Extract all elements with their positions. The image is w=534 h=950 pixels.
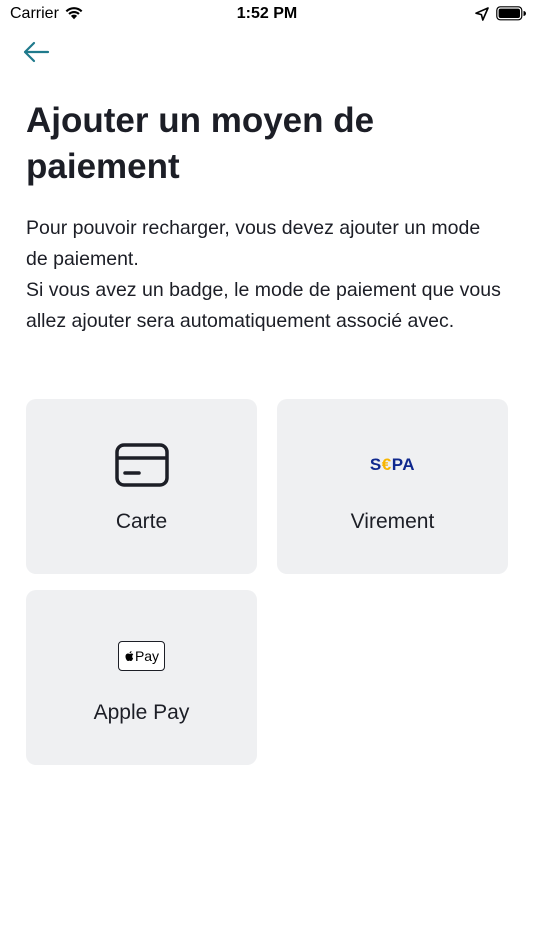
payment-option-card[interactable]: Carte — [26, 399, 257, 574]
page-title: Ajouter un moyen de paiement — [26, 101, 375, 186]
payment-option-label: Carte — [115, 510, 168, 533]
apple-pay-icon: Pay — [26, 641, 257, 671]
description-line-2: Si vous avez un badge, le mode de paieme… — [26, 279, 501, 332]
description: Pour pouvoir recharger, vous devez ajout… — [26, 213, 506, 337]
apple-pay-badge-text: Pay — [134, 648, 160, 664]
payment-option-label: Virement — [350, 510, 435, 533]
payment-option-apple-pay[interactable]: Pay Apple Pay — [26, 590, 257, 765]
status-bar: Carrier 1:52 PM — [0, 0, 534, 30]
back-button[interactable] — [20, 38, 54, 66]
payment-option-transfer[interactable]: S€PA Virement — [277, 399, 508, 574]
location-arrow-icon — [475, 7, 489, 26]
battery-icon — [496, 6, 526, 26]
sepa-logo: S€PA — [369, 455, 416, 474]
arrow-left-icon — [23, 41, 50, 63]
payment-option-label: Apple Pay — [93, 701, 190, 724]
credit-card-icon — [26, 443, 257, 487]
status-time: 1:52 PM — [236, 5, 298, 22]
description-line-1: Pour pouvoir recharger, vous devez ajout… — [26, 217, 481, 270]
apple-logo-icon — [125, 651, 134, 661]
